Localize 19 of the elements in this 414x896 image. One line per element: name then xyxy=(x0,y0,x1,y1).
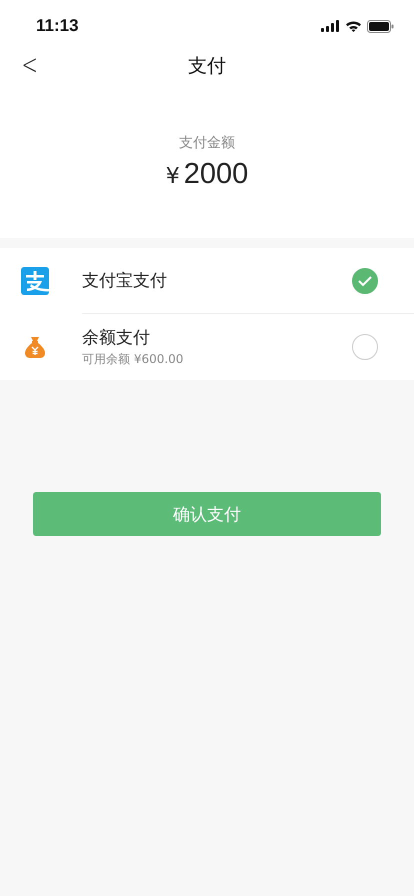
currency-symbol: ¥ xyxy=(166,164,180,189)
payment-option[interactable]: 支付宝支付 xyxy=(0,248,414,314)
page-title: 支付 xyxy=(188,54,226,79)
battery-icon xyxy=(367,20,394,32)
payment-app-icon xyxy=(21,267,49,295)
radio-button[interactable] xyxy=(352,334,378,360)
check-icon xyxy=(357,274,373,286)
amount-value: 2000 xyxy=(184,158,248,191)
option-name: 余额支付 xyxy=(82,327,151,349)
radio-button[interactable] xyxy=(352,268,378,294)
amount-label: 支付金额 xyxy=(179,134,235,152)
signal-icon xyxy=(321,20,340,32)
option-note: 可用余额 ¥600.00 xyxy=(82,351,184,368)
money-bag-icon xyxy=(25,336,45,358)
option-name: 支付宝支付 xyxy=(82,270,167,292)
payment-option[interactable]: 余额支付 可用余额 ¥600.00 xyxy=(0,314,414,380)
status-time: 11:13 xyxy=(36,16,79,36)
back-button[interactable]: < xyxy=(17,48,42,81)
wifi-icon xyxy=(345,20,362,32)
